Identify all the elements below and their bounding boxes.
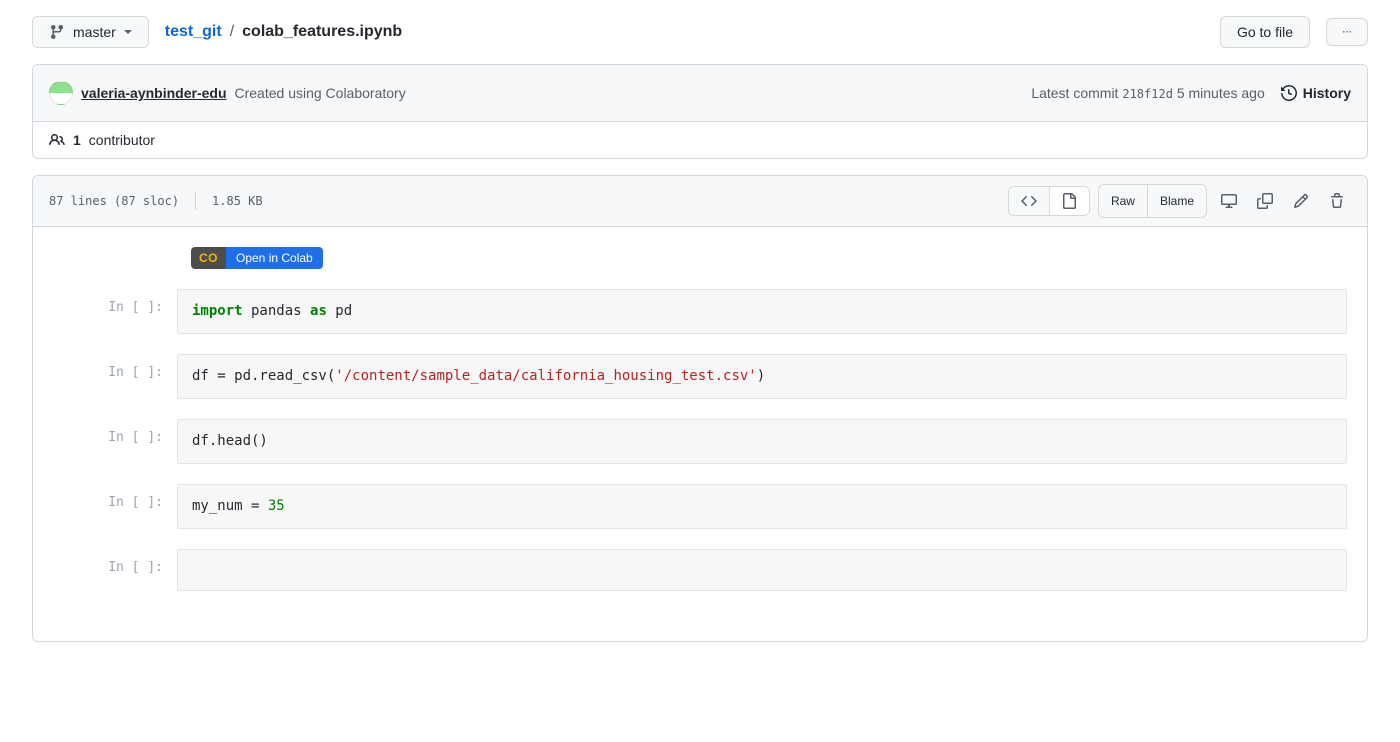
history-label: History — [1303, 85, 1351, 101]
breadcrumb-separator: / — [226, 23, 238, 41]
raw-blame-group: Raw Blame — [1098, 184, 1207, 218]
notebook-cell: In [ ]: df.head() — [43, 419, 1357, 464]
file-size: 1.85 KB — [212, 194, 263, 208]
history-icon — [1281, 85, 1297, 101]
cell-input: df = pd.read_csv('/content/sample_data/c… — [177, 354, 1347, 399]
commit-message[interactable]: Created using Colaboratory — [235, 85, 406, 101]
cell-input: import pandas as pd — [177, 289, 1347, 334]
colab-logo-icon: CO — [191, 247, 226, 269]
desktop-button[interactable] — [1215, 187, 1243, 215]
more-actions-button[interactable] — [1326, 18, 1368, 46]
people-icon — [49, 132, 65, 148]
cell-prompt: In [ ]: — [53, 289, 163, 315]
contributors-label: contributor — [89, 132, 155, 148]
open-in-colab-badge[interactable]: CO Open in Colab — [191, 247, 323, 269]
pencil-icon — [1293, 193, 1309, 209]
commit-sha[interactable]: 218f12d — [1122, 87, 1173, 101]
branch-label: master — [73, 22, 116, 42]
source-view-button[interactable] — [1009, 187, 1049, 215]
breadcrumb-repo-link[interactable]: test_git — [165, 23, 222, 41]
trash-icon — [1329, 193, 1345, 209]
raw-button[interactable]: Raw — [1099, 185, 1147, 217]
divider — [195, 192, 196, 210]
notebook-render: In [ ]: import pandas as pd In [ ]: df = pd… — [43, 289, 1357, 591]
commit-meta: Latest commit 218f12d 5 minutes ago Hist… — [1031, 85, 1351, 101]
breadcrumb: test_git / colab_features.ipynb — [165, 23, 402, 41]
go-to-file-button[interactable]: Go to file — [1220, 16, 1310, 48]
file-box: 87 lines (87 sloc) 1.85 KB Raw Blame — [32, 175, 1368, 642]
view-toggle-group — [1008, 186, 1090, 216]
latest-commit-label: Latest commit — [1031, 85, 1118, 101]
cell-input — [177, 549, 1347, 591]
edit-button[interactable] — [1287, 187, 1315, 215]
commit-time: 5 minutes ago — [1177, 85, 1265, 101]
top-row: master test_git / colab_features.ipynb G… — [32, 16, 1368, 48]
cell-prompt: In [ ]: — [53, 484, 163, 510]
desktop-icon — [1221, 193, 1237, 209]
file-body: CO Open in Colab In [ ]: import pandas as… — [33, 227, 1367, 641]
history-link[interactable]: History — [1281, 85, 1351, 101]
git-branch-icon — [49, 24, 65, 40]
file-info: 87 lines (87 sloc) 1.85 KB — [49, 192, 263, 210]
notebook-cell: In [ ]: — [43, 549, 1357, 591]
file-header: 87 lines (87 sloc) 1.85 KB Raw Blame — [33, 176, 1367, 227]
file-icon — [1061, 193, 1077, 209]
kebab-icon — [1343, 24, 1351, 40]
avatar[interactable] — [49, 81, 73, 105]
colab-badge-label: Open in Colab — [226, 247, 323, 269]
blame-button[interactable]: Blame — [1147, 185, 1206, 217]
cell-prompt: In [ ]: — [53, 354, 163, 380]
notebook-cell: In [ ]: import pandas as pd — [43, 289, 1357, 334]
delete-button[interactable] — [1323, 187, 1351, 215]
rendered-view-button[interactable] — [1049, 187, 1089, 215]
code-icon — [1021, 193, 1037, 209]
commit-box: valeria-aynbinder-edu Created using Cola… — [32, 64, 1368, 159]
notebook-cell: In [ ]: df = pd.read_csv('/content/sample… — [43, 354, 1357, 399]
copy-icon — [1257, 193, 1273, 209]
branch-select-button[interactable]: master — [32, 16, 149, 48]
cell-prompt: In [ ]: — [53, 419, 163, 445]
cell-input: df.head() — [177, 419, 1347, 464]
commit-author-link[interactable]: valeria-aynbinder-edu — [81, 85, 227, 101]
contributors-count: 1 — [73, 132, 81, 148]
file-actions: Raw Blame — [1008, 184, 1351, 218]
copy-button[interactable] — [1251, 187, 1279, 215]
caret-down-icon — [124, 30, 132, 34]
cell-prompt: In [ ]: — [53, 549, 163, 575]
commit-box-header: valeria-aynbinder-edu Created using Cola… — [33, 65, 1367, 122]
notebook-cell: In [ ]: my_num = 35 — [43, 484, 1357, 529]
contributors-row: 1 contributor — [33, 122, 1367, 158]
breadcrumb-file: colab_features.ipynb — [242, 23, 402, 41]
file-lines: 87 lines (87 sloc) — [49, 194, 179, 208]
cell-input: my_num = 35 — [177, 484, 1347, 529]
